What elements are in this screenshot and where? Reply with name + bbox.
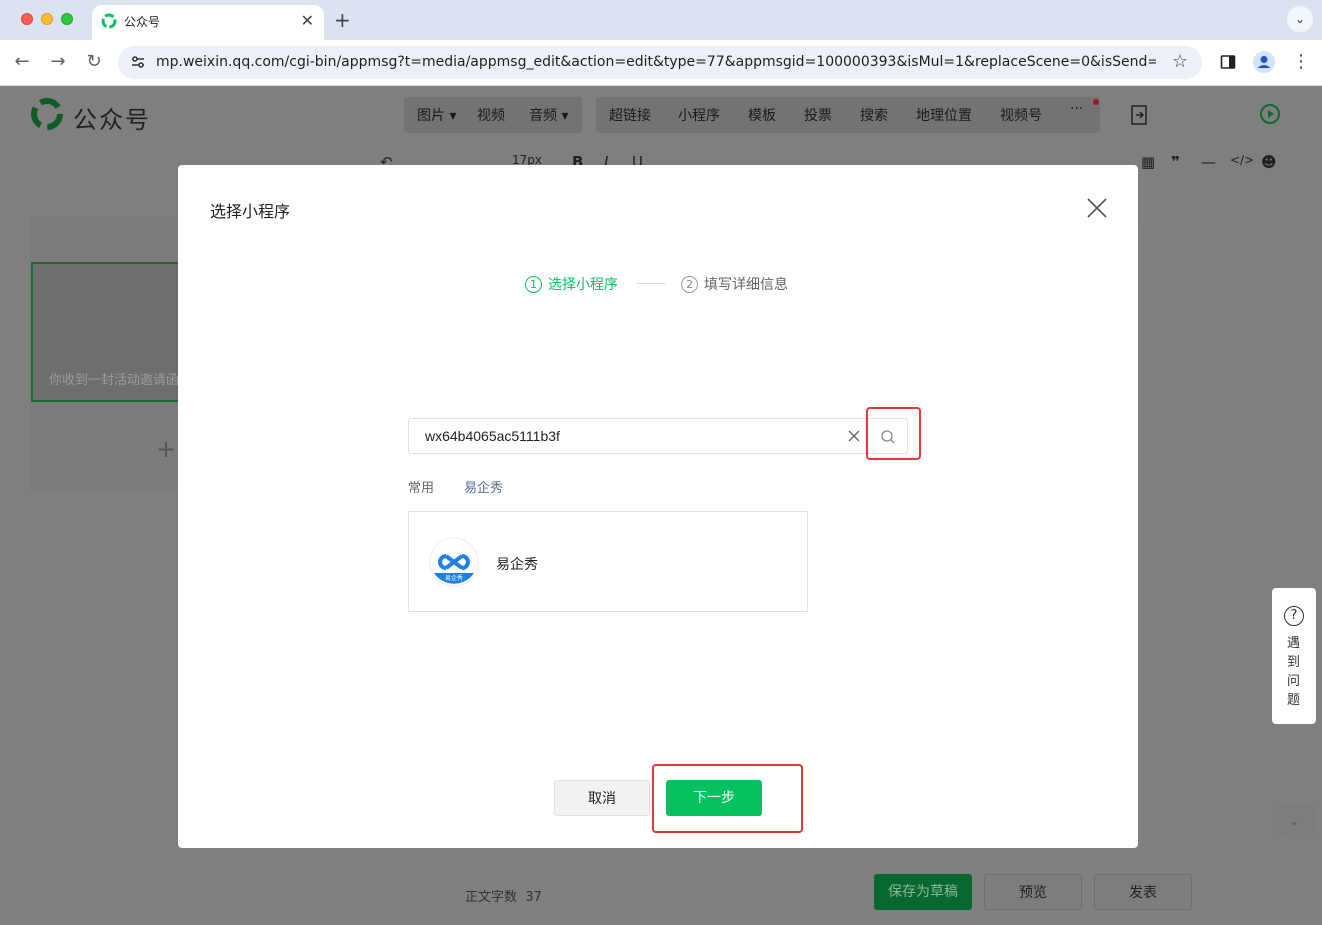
code-icon[interactable]: </> [1230, 153, 1254, 167]
browser-menu-icon[interactable]: ⋮ [1292, 51, 1310, 72]
yiqixiu-logo-caption: 易企秀 [445, 574, 463, 582]
window-zoom-button[interactable] [61, 13, 73, 25]
menu-search[interactable]: 搜索 [860, 105, 888, 125]
add-article-icon[interactable]: + [156, 435, 176, 463]
result-name: 易企秀 [496, 557, 538, 573]
miniprogram-result-card[interactable]: 易企秀 易企秀 [408, 511, 808, 612]
menu-more-badge [1093, 99, 1099, 105]
address-bar[interactable]: mp.weixin.qq.com/cgi-bin/appmsg?t=media/… [118, 46, 1202, 79]
step-connector [636, 283, 666, 284]
step-2-label: 填写详细信息 [704, 277, 788, 293]
menu-image[interactable]: 图片 ▾ [417, 105, 456, 125]
help-question-icon: ? [1284, 606, 1304, 626]
side-panel-icon[interactable] [1220, 54, 1236, 70]
preview-button[interactable]: 预览 [984, 874, 1082, 910]
tab-close-icon[interactable]: ✕ [301, 11, 314, 30]
scroll-down-chevron-icon[interactable]: ⌄ [1272, 804, 1316, 838]
bookmark-star-icon[interactable]: ☆ [1172, 51, 1188, 72]
quote-icon[interactable]: ❞ [1171, 153, 1180, 171]
step-1-number: 1 [525, 276, 542, 293]
clear-input-icon[interactable] [846, 428, 862, 444]
article-preview-text: 你收到一封活动邀请函 [49, 373, 180, 388]
dialog-title: 选择小程序 [210, 202, 291, 221]
table-icon[interactable]: ▦ [1141, 153, 1155, 171]
document-import-icon[interactable] [1130, 105, 1148, 125]
menu-location[interactable]: 地理位置 [916, 105, 972, 125]
browser-tabbar: 公众号 ✕ + ⌄ [0, 0, 1322, 40]
word-count: 正文字数 37 [465, 886, 542, 905]
mp-logo-icon [31, 98, 63, 130]
help-panel[interactable]: ? 遇到问题 [1272, 588, 1316, 724]
window-minimize-button[interactable] [41, 13, 53, 25]
site-settings-icon[interactable] [130, 54, 146, 70]
video-play-icon[interactable] [1258, 102, 1282, 126]
select-miniprogram-dialog: 选择小程序 1 选择小程序 2 填写详细信息 wx64b4065ac5111b3f … [178, 165, 1138, 848]
tab-title: 公众号 [124, 15, 161, 29]
menu-miniprogram[interactable]: 小程序 [678, 105, 720, 125]
category-common-label: 常用 [408, 481, 435, 496]
step-1: 1 选择小程序 [525, 274, 618, 294]
menu-more-icon[interactable]: ··· [1070, 101, 1083, 117]
menu-hyperlink[interactable]: 超链接 [609, 105, 651, 125]
emoji-icon[interactable]: ☻ [1261, 153, 1277, 171]
miniprogram-search-field[interactable]: wx64b4065ac5111b3f [408, 418, 908, 454]
step-2-number: 2 [681, 276, 698, 293]
article-cover-thumbnail[interactable]: 你收到一封活动邀请函 [31, 262, 181, 402]
step-1-label: 选择小程序 [548, 277, 618, 293]
back-arrow-icon[interactable]: ← [10, 51, 34, 72]
wechat-mp-favicon-icon [101, 13, 117, 29]
reload-icon[interactable]: ↻ [82, 51, 106, 72]
help-text: 遇到问题 [1287, 636, 1301, 708]
word-count-value: 37 [525, 890, 542, 905]
browser-tab[interactable]: 公众号 ✕ [92, 5, 324, 40]
url-text[interactable]: mp.weixin.qq.com/cgi-bin/appmsg?t=media/… [156, 54, 1156, 70]
window-close-button[interactable] [21, 13, 33, 25]
category-link-yiqixiu[interactable]: 易企秀 [464, 477, 503, 496]
next-button-highlight [652, 764, 803, 833]
menu-template[interactable]: 模板 [748, 105, 776, 125]
forward-arrow-icon[interactable]: → [46, 51, 70, 72]
cancel-button[interactable]: 取消 [554, 780, 650, 816]
search-button-highlight [866, 407, 921, 460]
yiqixiu-logo-icon: 易企秀 [429, 537, 479, 587]
menu-channels[interactable]: 视频号 [1000, 105, 1042, 125]
profile-avatar-icon[interactable] [1253, 51, 1275, 73]
menu-audio[interactable]: 音频 ▾ [529, 105, 568, 125]
mp-app-name: 公众号 [73, 106, 151, 134]
menu-vote[interactable]: 投票 [804, 105, 832, 125]
tab-search-chevron-icon[interactable]: ⌄ [1287, 6, 1313, 32]
divider-icon[interactable]: — [1201, 153, 1216, 171]
step-2: 2 填写详细信息 [681, 274, 788, 294]
save-draft-button[interactable]: 保存为草稿 [874, 874, 972, 910]
menu-video[interactable]: 视频 [477, 105, 505, 125]
word-count-label: 正文字数 [465, 890, 518, 905]
close-icon[interactable] [1086, 197, 1108, 219]
search-input[interactable]: wx64b4065ac5111b3f [425, 428, 560, 444]
browser-toolbar: ← → ↻ mp.weixin.qq.com/cgi-bin/appmsg?t=… [0, 40, 1322, 86]
new-tab-button[interactable]: + [334, 8, 351, 32]
publish-button[interactable]: 发表 [1094, 874, 1192, 910]
